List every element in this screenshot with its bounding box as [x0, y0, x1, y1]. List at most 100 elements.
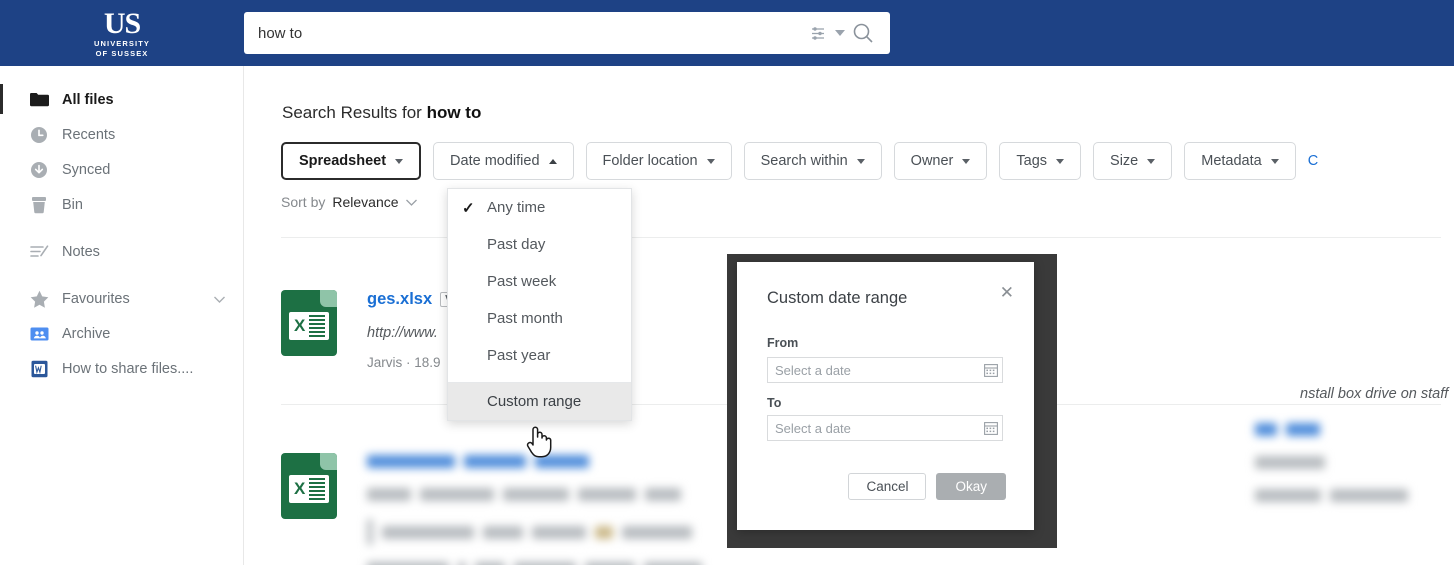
sidebar-item-bin[interactable]: Bin [0, 187, 243, 222]
dropdown-item-label: Past week [487, 273, 557, 290]
from-date-field[interactable] [767, 357, 1003, 383]
chevron-down-icon [1147, 158, 1156, 164]
dropdown-item-past-month[interactable]: Past month [448, 300, 631, 337]
filter-tags[interactable]: Tags [999, 142, 1082, 180]
chevron-down-icon [395, 158, 404, 164]
redacted-line [367, 560, 711, 565]
dropdown-item-custom-range[interactable]: Custom range [448, 383, 631, 420]
filter-label: Tags [1016, 153, 1048, 169]
redacted-line [1255, 454, 1417, 472]
logo-line1: UNIVERSITY [93, 39, 150, 48]
chevron-down-icon [1056, 158, 1065, 164]
notes-icon [28, 244, 50, 260]
search-icon[interactable] [852, 22, 874, 44]
dropdown-item-past-week[interactable]: Past week [448, 263, 631, 300]
logo-line2: OF SUSSEX [95, 49, 149, 58]
page-title-prefix: Search Results for [282, 103, 427, 122]
dropdown-item-label: Past month [487, 310, 563, 327]
result-snippet-right: nstall box drive on staff [1300, 386, 1449, 402]
cancel-button[interactable]: Cancel [848, 473, 927, 500]
filter-label: Owner [910, 153, 954, 169]
sort-value: Relevance [332, 194, 399, 210]
close-icon[interactable]: ✕ [1000, 284, 1014, 301]
chevron-down-icon [962, 158, 971, 164]
filter-search-within[interactable]: Search within [743, 142, 882, 180]
excel-file-icon: X [281, 290, 337, 356]
dropdown-item-label: Past year [487, 347, 551, 364]
sidebar-item-how-to-share-files[interactable]: How to share files.... [0, 351, 243, 386]
check-icon: ✓ [462, 199, 475, 217]
sidebar-item-synced[interactable]: Synced [0, 152, 243, 187]
search-bar[interactable] [244, 12, 890, 54]
chevron-up-icon [548, 158, 557, 164]
redacted-result-content [367, 453, 711, 565]
to-date-field[interactable] [767, 415, 1003, 441]
chevron-down-icon[interactable] [405, 195, 417, 209]
filter-label: Folder location [602, 153, 698, 169]
filter-label: Size [1110, 153, 1139, 169]
sidebar-item-label: Synced [62, 161, 111, 178]
result-snippet-left: http://www. [367, 325, 438, 341]
dropdown-item-any-time[interactable]: ✓ Any time [448, 189, 631, 226]
dropdown-item-label: Custom range [487, 393, 582, 410]
app-header: US UNIVERSITY OF SUSSEX [0, 0, 1454, 66]
sidebar-item-label: Notes [62, 243, 100, 260]
filter-spreadsheet[interactable]: Spreadsheet [281, 142, 422, 180]
sidebar-item-favourites[interactable]: Favourites [0, 281, 243, 316]
redacted-line [1255, 421, 1417, 439]
result-file-name-text: ges.xlsx [367, 290, 433, 308]
okay-button[interactable]: Okay [936, 473, 1006, 500]
sidebar-item-label: Favourites [62, 290, 130, 307]
modal-actions: Cancel Okay [848, 473, 1006, 500]
search-result-row[interactable]: X [281, 453, 711, 565]
redacted-result-content-right [1255, 421, 1417, 505]
folder-icon [28, 92, 50, 107]
clock-icon [28, 126, 50, 144]
filter-label: Date modified [450, 153, 540, 169]
sort-control[interactable]: Sort by Relevance [281, 194, 417, 210]
star-icon [28, 290, 50, 308]
chevron-down-icon[interactable] [835, 30, 845, 36]
redacted-line [367, 486, 711, 504]
sidebar-item-archive[interactable]: Archive [0, 316, 243, 351]
sidebar-item-notes[interactable]: Notes [0, 234, 243, 269]
filter-owner[interactable]: Owner [893, 142, 988, 180]
filter-folder-location[interactable]: Folder location [585, 142, 732, 180]
date-modified-dropdown: ✓ Any time Past day Past week Past month… [447, 188, 632, 421]
mouse-cursor-pointer-icon [524, 420, 554, 463]
clear-filters-link[interactable]: C [1308, 153, 1318, 169]
chevron-down-icon[interactable] [214, 291, 225, 307]
filter-size[interactable]: Size [1093, 142, 1173, 180]
shared-folder-icon [28, 326, 50, 342]
dropdown-item-label: Past day [487, 236, 546, 253]
filter-metadata[interactable]: Metadata [1184, 142, 1296, 180]
filter-bar: Spreadsheet Date modified Folder locatio… [281, 142, 1318, 180]
custom-date-range-modal: Custom date range ✕ From To [737, 262, 1034, 530]
sidebar-item-all-files[interactable]: All files [0, 82, 243, 117]
sliders-icon[interactable] [811, 26, 828, 41]
filter-label: Spreadsheet [299, 153, 387, 169]
sidebar: All files Recents Synced Bin Notes Favou… [0, 66, 244, 565]
search-input[interactable] [244, 24, 811, 42]
to-date-input[interactable] [768, 420, 980, 436]
dropdown-item-past-day[interactable]: Past day [448, 226, 631, 263]
dropdown-item-past-year[interactable]: Past year [448, 337, 631, 374]
search-result-row[interactable]: X ges.xlsx V2 http://www. Jarvis · 18.9 [281, 290, 464, 370]
download-circle-icon [28, 161, 50, 179]
filter-label: Metadata [1201, 153, 1262, 169]
from-label: From [767, 336, 799, 350]
chevron-down-icon [706, 158, 715, 164]
sort-label: Sort by [281, 194, 326, 210]
calendar-icon[interactable] [980, 421, 1002, 435]
university-logo[interactable]: US UNIVERSITY OF SUSSEX [0, 0, 244, 66]
calendar-icon[interactable] [980, 363, 1002, 377]
page-title-query: how to [426, 103, 482, 122]
from-date-input[interactable] [768, 362, 980, 378]
trash-icon [28, 196, 50, 214]
sidebar-item-label: Archive [62, 325, 111, 342]
sidebar-item-recents[interactable]: Recents [0, 117, 243, 152]
dropdown-item-label: Any time [487, 199, 546, 216]
filter-date-modified[interactable]: Date modified [433, 142, 574, 180]
